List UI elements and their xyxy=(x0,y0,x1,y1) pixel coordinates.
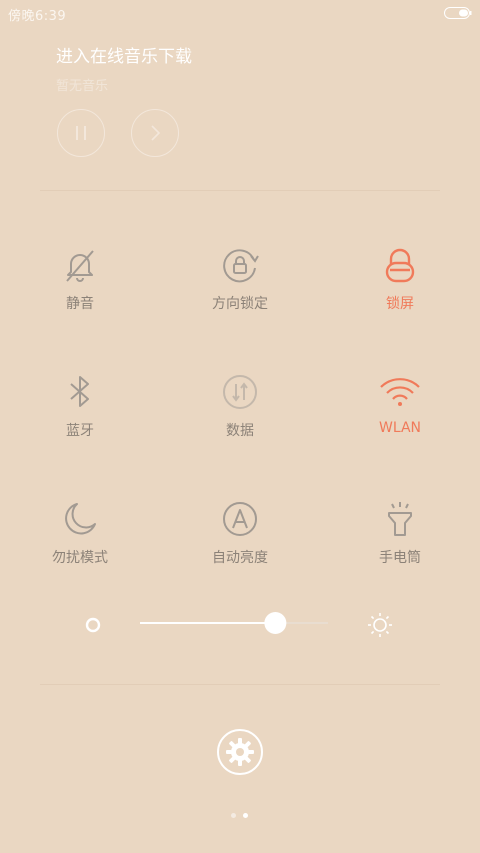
toggle-lock-screen-label: 锁屏 xyxy=(386,296,414,312)
toggle-flashlight-label: 手电筒 xyxy=(379,550,421,566)
pause-button[interactable] xyxy=(57,109,105,157)
auto-brightness-icon xyxy=(223,502,257,536)
wifi-icon xyxy=(380,378,420,406)
toggle-data[interactable]: 数据 xyxy=(170,373,310,453)
toggle-silent-label: 静音 xyxy=(66,296,94,312)
mobile-data-icon xyxy=(223,375,257,409)
lock-icon xyxy=(385,248,415,283)
battery-icon xyxy=(444,7,472,19)
toggle-do-not-disturb-label: 勿扰模式 xyxy=(52,550,108,566)
toggle-rotation-lock-label: 方向锁定 xyxy=(212,296,268,312)
toggle-wlan[interactable]: WLAN xyxy=(330,373,470,453)
brightness-low-icon xyxy=(85,617,101,633)
brightness-slider[interactable] xyxy=(78,608,408,644)
silent-bell-icon xyxy=(66,250,94,282)
brightness-slider-track[interactable] xyxy=(78,608,408,644)
brightness-high-icon xyxy=(368,613,392,637)
chevron-right-icon xyxy=(151,125,161,141)
toggle-bluetooth[interactable]: 蓝牙 xyxy=(10,373,150,453)
toggle-do-not-disturb[interactable]: 勿扰模式 xyxy=(10,500,150,580)
toggle-data-label: 数据 xyxy=(226,423,254,439)
music-title[interactable]: 进入在线音乐下载 xyxy=(56,42,192,67)
brightness-thumb xyxy=(264,612,287,634)
page-dot xyxy=(231,813,236,818)
rotation-lock-icon xyxy=(223,249,259,283)
toggle-bluetooth-label: 蓝牙 xyxy=(66,423,94,439)
flashlight-icon xyxy=(388,502,412,536)
toggle-lock-screen[interactable]: 锁屏 xyxy=(330,246,470,326)
settings-button[interactable] xyxy=(217,729,263,775)
toggle-auto-brightness[interactable]: 自动亮度 xyxy=(170,500,310,580)
pause-icon xyxy=(76,126,86,140)
divider xyxy=(40,190,440,191)
moon-icon xyxy=(65,503,96,535)
page-dot-active xyxy=(243,813,248,818)
divider xyxy=(40,684,440,685)
status-bar: 傍晚6:39 xyxy=(0,0,480,28)
music-widget[interactable]: 进入在线音乐下载 暂无音乐 xyxy=(56,42,192,94)
page-indicator xyxy=(229,812,251,820)
toggle-auto-brightness-label: 自动亮度 xyxy=(212,550,268,566)
toggle-silent[interactable]: 静音 xyxy=(10,246,150,326)
toggle-rotation-lock[interactable]: 方向锁定 xyxy=(170,246,310,326)
bluetooth-icon xyxy=(70,376,89,407)
next-button[interactable] xyxy=(131,109,179,157)
music-subtitle: 暂无音乐 xyxy=(56,79,109,94)
gear-icon xyxy=(226,738,254,766)
status-time: 傍晚6:39 xyxy=(8,9,67,24)
toggle-flashlight[interactable]: 手电筒 xyxy=(330,500,470,580)
toggle-wlan-label: WLAN xyxy=(378,420,421,436)
